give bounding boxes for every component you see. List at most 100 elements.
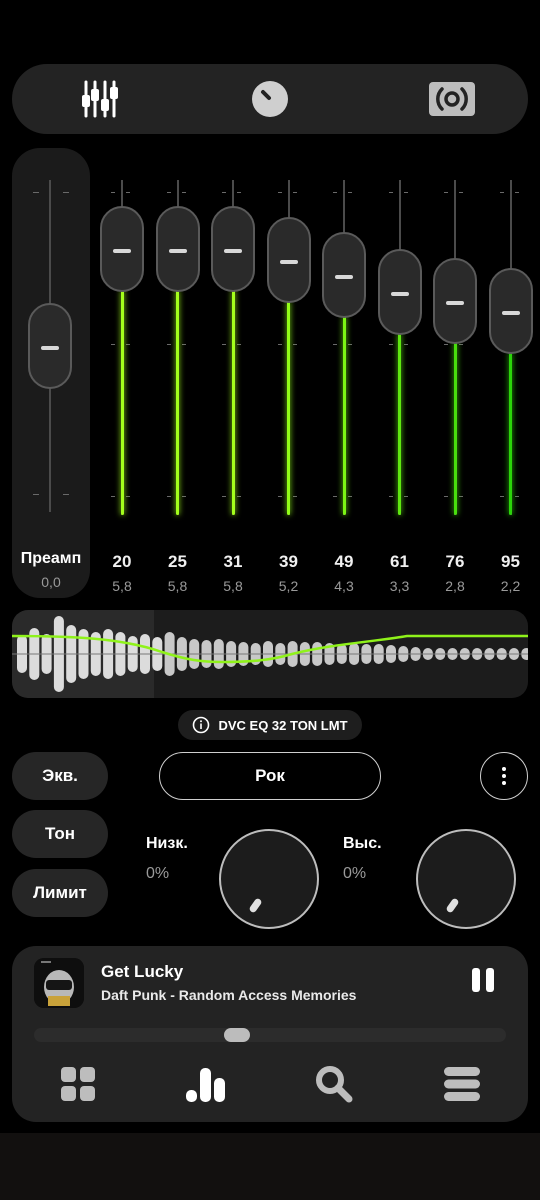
tick xyxy=(111,344,115,345)
tick xyxy=(33,192,39,193)
band-label-61: 61 3,3 xyxy=(372,552,428,594)
band-frequency: 95 xyxy=(501,552,520,571)
band-knob-49[interactable] xyxy=(322,232,366,319)
treble-value: 0% xyxy=(343,865,367,882)
preset-selector-button[interactable]: Рок xyxy=(159,752,381,800)
tick xyxy=(63,494,69,495)
tick xyxy=(166,344,171,345)
tick xyxy=(166,496,171,497)
band-frequency: 25 xyxy=(168,552,187,571)
tick xyxy=(111,496,115,497)
band-gain: 5,8 xyxy=(167,578,188,594)
band-knob-95[interactable] xyxy=(488,267,533,354)
tick xyxy=(277,192,282,193)
pause-icon-bar xyxy=(472,968,480,992)
system-bar-area xyxy=(0,1133,540,1200)
tick xyxy=(499,496,504,497)
band-label-31: 31 5,8 xyxy=(205,552,261,594)
album-art[interactable] xyxy=(34,958,84,1008)
more-options-button[interactable] xyxy=(480,752,528,800)
treble-label: Выс. xyxy=(343,835,382,852)
sliders-icon[interactable] xyxy=(60,64,140,134)
band-level-fill xyxy=(231,289,235,515)
band-label-20: 20 5,8 xyxy=(94,552,150,594)
now-playing-card: Get Lucky Daft Punk - Random Access Memo… xyxy=(12,946,528,1122)
band-label-49: 49 4,3 xyxy=(316,552,372,594)
bars-icon xyxy=(186,1068,225,1102)
tick xyxy=(459,344,463,345)
band-level-fill xyxy=(176,289,179,515)
stack-icon xyxy=(444,1067,480,1101)
band-gain: 2,2 xyxy=(500,578,521,594)
band-level-fill xyxy=(287,301,290,515)
tick xyxy=(126,344,130,345)
tick xyxy=(277,344,282,345)
band-frequency: 49 xyxy=(334,552,354,571)
eq-button[interactable]: Экв. xyxy=(12,752,108,800)
preamp-value: 0,0 xyxy=(41,574,61,590)
tick xyxy=(237,192,241,193)
tick xyxy=(126,496,130,497)
band-knob-31[interactable] xyxy=(211,205,255,292)
more-dot xyxy=(502,774,506,778)
tick xyxy=(126,192,130,193)
band-gain: 2,8 xyxy=(445,578,465,594)
tick xyxy=(277,496,282,497)
info-icon xyxy=(193,716,210,734)
treble-dial[interactable] xyxy=(416,829,516,929)
bass-dial[interactable] xyxy=(219,829,319,929)
seek-bar[interactable] xyxy=(34,1028,506,1042)
band-knob-39[interactable] xyxy=(266,217,311,304)
band-frequency: 20 xyxy=(112,552,132,571)
band-gain: 3,3 xyxy=(389,578,410,594)
band-gain: 5,8 xyxy=(112,578,132,594)
pause-button[interactable] xyxy=(470,968,496,996)
tick xyxy=(333,344,337,345)
preamp-label: Преамп 0,0 xyxy=(12,550,90,590)
tick xyxy=(348,496,352,497)
knob-icon[interactable] xyxy=(230,64,310,134)
tick xyxy=(33,494,39,495)
tick xyxy=(111,192,115,193)
tick xyxy=(388,344,393,345)
tick xyxy=(403,192,408,193)
tick xyxy=(181,344,186,345)
preamp-knob[interactable] xyxy=(28,303,72,389)
tick xyxy=(292,496,297,497)
nav-apps[interactable] xyxy=(48,1058,108,1110)
tick xyxy=(514,192,519,193)
preset-info-chip[interactable]: DVC EQ 32 TON LMT xyxy=(178,710,362,740)
tick xyxy=(348,344,352,345)
tick xyxy=(459,192,463,193)
band-knob-20[interactable] xyxy=(100,205,144,292)
band-frequency: 76 xyxy=(445,552,465,571)
preset-info-text: DVC EQ 32 TON LMT xyxy=(218,717,348,733)
tick xyxy=(459,496,463,497)
speaker-wave-icon[interactable] xyxy=(412,64,492,134)
nav-menu[interactable] xyxy=(432,1058,492,1110)
limit-button[interactable]: Лимит xyxy=(12,869,108,917)
preamp-title: Преамп xyxy=(20,550,82,567)
top-tab-bar xyxy=(12,64,528,134)
more-dot xyxy=(502,767,506,771)
band-knob-25[interactable] xyxy=(155,205,200,292)
search-icon xyxy=(316,1066,353,1103)
band-gain: 4,3 xyxy=(334,578,354,594)
band-label-95: 95 2,2 xyxy=(483,552,539,594)
nav-equalizer[interactable] xyxy=(176,1058,236,1110)
tick xyxy=(388,192,393,193)
eq-curve-preview[interactable] xyxy=(12,610,528,698)
preamp-slider-panel xyxy=(12,148,90,598)
tick xyxy=(292,192,297,193)
tick xyxy=(222,192,226,193)
band-knob-76[interactable] xyxy=(433,257,477,344)
band-level-fill xyxy=(342,316,346,515)
nav-search[interactable] xyxy=(304,1058,364,1110)
seek-thumb[interactable] xyxy=(223,1028,250,1042)
band-level-fill xyxy=(120,289,124,515)
band-level-fill xyxy=(453,341,457,515)
band-knob-61[interactable] xyxy=(377,249,422,336)
grid-icon xyxy=(61,1067,95,1101)
tone-button[interactable]: Тон xyxy=(12,810,108,858)
band-frequency: 39 xyxy=(279,552,298,571)
